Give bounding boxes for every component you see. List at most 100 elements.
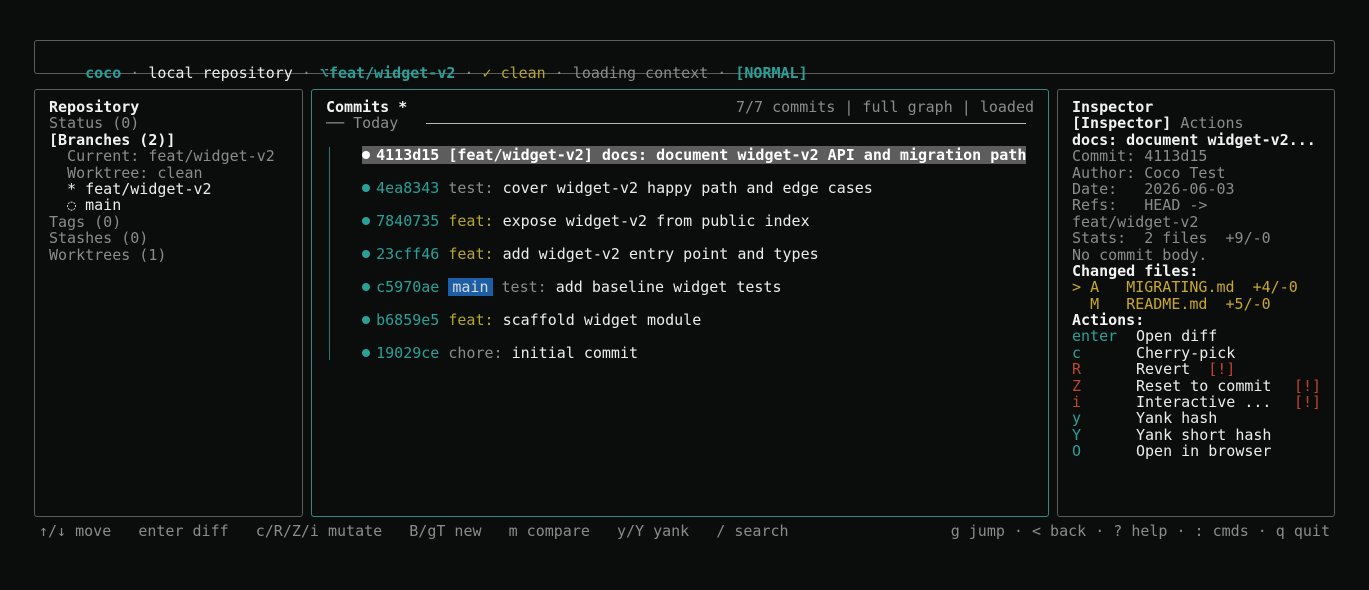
warning-badge: [!] [1294,394,1322,411]
commits-panel[interactable]: Commits * 7/7 commits | full graph | loa… [311,89,1049,517]
file-delta: +4/-0 [1252,279,1298,296]
check-icon: ✓ [482,64,492,83]
branch-icon: ⌥ [319,64,329,83]
graph-node-icon [362,348,371,357]
commit-type: feat: [448,311,494,330]
commit-row[interactable]: 4ea8343 test: cover widget-v2 happy path… [326,164,873,197]
action-key: O [1072,443,1082,460]
date-group-header: ── Today [326,115,1026,131]
graph-node-icon [362,216,371,225]
app-name: coco [85,64,122,83]
action-item[interactable]: Z Reset to commit [!] [1072,378,1322,394]
changed-file-item[interactable]: > A MIGRATING.md +4/-0 [1072,279,1322,295]
worktree-status: clean [500,64,546,83]
global-keybinding-hints: g jump · < back · ? help · : cmds · q qu… [950,522,1330,540]
graph-node-icon [362,183,371,192]
warning-badge: [!] [1208,361,1236,378]
repo-name: local repository [148,64,293,83]
commit-row[interactable]: c5970ae main test: add baseline widget t… [326,263,782,297]
repo-item-status[interactable]: Status (0) [49,115,290,131]
inspector-panel[interactable]: Inspector [Inspector] Actions docs: docu… [1057,89,1335,517]
file-status: A [1090,279,1100,296]
action-label: Yank short hash [1136,426,1272,444]
action-item[interactable]: c Cherry-pick [1072,345,1322,361]
repository-panel[interactable]: Repository Status (0) [Branches (2)] Cur… [34,89,303,517]
commit-row[interactable]: 23cff46 feat: add widget-v2 entry point … [326,230,819,263]
action-key: Y [1072,426,1082,444]
tab-actions[interactable]: Actions [1180,115,1243,131]
commit-row[interactable]: 4113d15 [feat/widget-v2] docs: document … [326,131,1027,165]
action-key: y [1072,410,1082,427]
commit-summary: 7/7 commits | full graph | loaded [735,98,1034,116]
action-item[interactable]: y Yank hash [1072,410,1322,426]
branch-current-marker: * [49,180,86,198]
commit-author: Author: Coco Test [1072,164,1226,181]
commit-hash: c5970ae [376,278,440,297]
loading-indicator: loading context [572,64,709,83]
commit-message: scaffold widget module [502,311,702,330]
action-label: Yank hash [1136,410,1218,427]
graph-node-icon [362,315,371,324]
commit-message: cover widget-v2 happy path and edge case… [502,179,873,198]
panel-title: Commits * [326,99,408,116]
commit-refs: Refs: HEAD -> [1072,197,1208,214]
mode-indicator: [NORMAL] [735,64,808,83]
commit-type: chore: [448,344,503,363]
changed-file-item[interactable]: M README.md +5/-0 [1072,296,1322,312]
action-label: Cherry-pick [1136,344,1236,362]
tab-inspector[interactable]: [Inspector] [1072,115,1171,131]
action-label: Reset to commit [1136,377,1272,395]
action-key: enter [1072,328,1118,345]
action-item[interactable]: R Revert [!] [1072,361,1322,377]
panel-title: Inspector [1072,99,1154,116]
commit-hash: 4ea8343 [376,179,440,198]
action-item[interactable]: i Interactive ... [!] [1072,394,1322,410]
panel-title: Repository [49,99,140,116]
graph-node-icon [362,249,371,258]
commit-refs-branch: feat/widget-v2 [1072,213,1199,231]
changed-files-header: Changed files: [1072,262,1199,280]
commit-body: No commit body. [1072,246,1208,263]
branch-marker-icon: ◌ [49,197,86,214]
graph-node-icon [362,282,371,291]
repo-item-worktrees[interactable]: Worktrees (1) [49,247,290,263]
action-key: R [1072,361,1082,378]
action-label: Open diff [1136,328,1218,345]
action-key: c [1072,344,1082,362]
actions-header: Actions: [1072,312,1145,329]
ref-label: [feat/widget-v2] [448,146,593,165]
repo-item-tags[interactable]: Tags (0) [49,214,290,230]
action-key: Z [1072,377,1082,395]
file-delta: +5/-0 [1225,295,1271,313]
branch-item[interactable]: * feat/widget-v2 [49,181,290,197]
commit-hash: b6859e5 [376,311,440,330]
repo-item-branches[interactable]: [Branches (2)] [49,132,290,148]
action-item[interactable]: Y Yank short hash [1072,427,1322,443]
commit-row[interactable]: 19029ce chore: initial commit [326,329,638,362]
commit-type: test: [448,179,494,198]
branch-item[interactable]: ◌ main [49,197,290,213]
repo-item-stashes[interactable]: Stashes (0) [49,230,290,246]
commit-row[interactable]: 7840735 feat: expose widget-v2 from publ… [326,197,810,230]
status-bar: coco · local repository · ⌥feat/widget-v… [34,40,1335,82]
commit-message: add widget-v2 entry point and types [502,245,819,264]
commit-date: Date: 2026-06-03 [1072,180,1235,198]
current-branch: Current: feat/widget-v2 [49,148,275,165]
branch-badge: main [448,278,493,297]
action-label: Interactive ... [1136,394,1272,411]
commit-type: feat: [448,245,494,264]
action-item[interactable]: enter Open diff [1072,328,1322,344]
action-label: Open in browser [1136,443,1272,460]
commit-type: docs: [601,146,648,165]
commit-message: document widget-v2 API and migration pat… [656,146,1027,165]
commit-message: expose widget-v2 from public index [502,212,810,231]
action-item[interactable]: O Open in browser [1072,443,1322,459]
keybinding-hints: ↑/↓ move enter diff c/R/Z/i mutate B/gT … [39,522,789,540]
commit-type: test: [501,278,547,297]
commit-row[interactable]: b6859e5 feat: scaffold widget module [326,296,701,329]
action-key: i [1072,394,1082,411]
file-name: README.md [1126,295,1208,313]
commit-subject: docs: document widget-v2... [1072,131,1316,149]
divider [426,123,1026,124]
commit-message: add baseline widget tests [555,278,782,297]
